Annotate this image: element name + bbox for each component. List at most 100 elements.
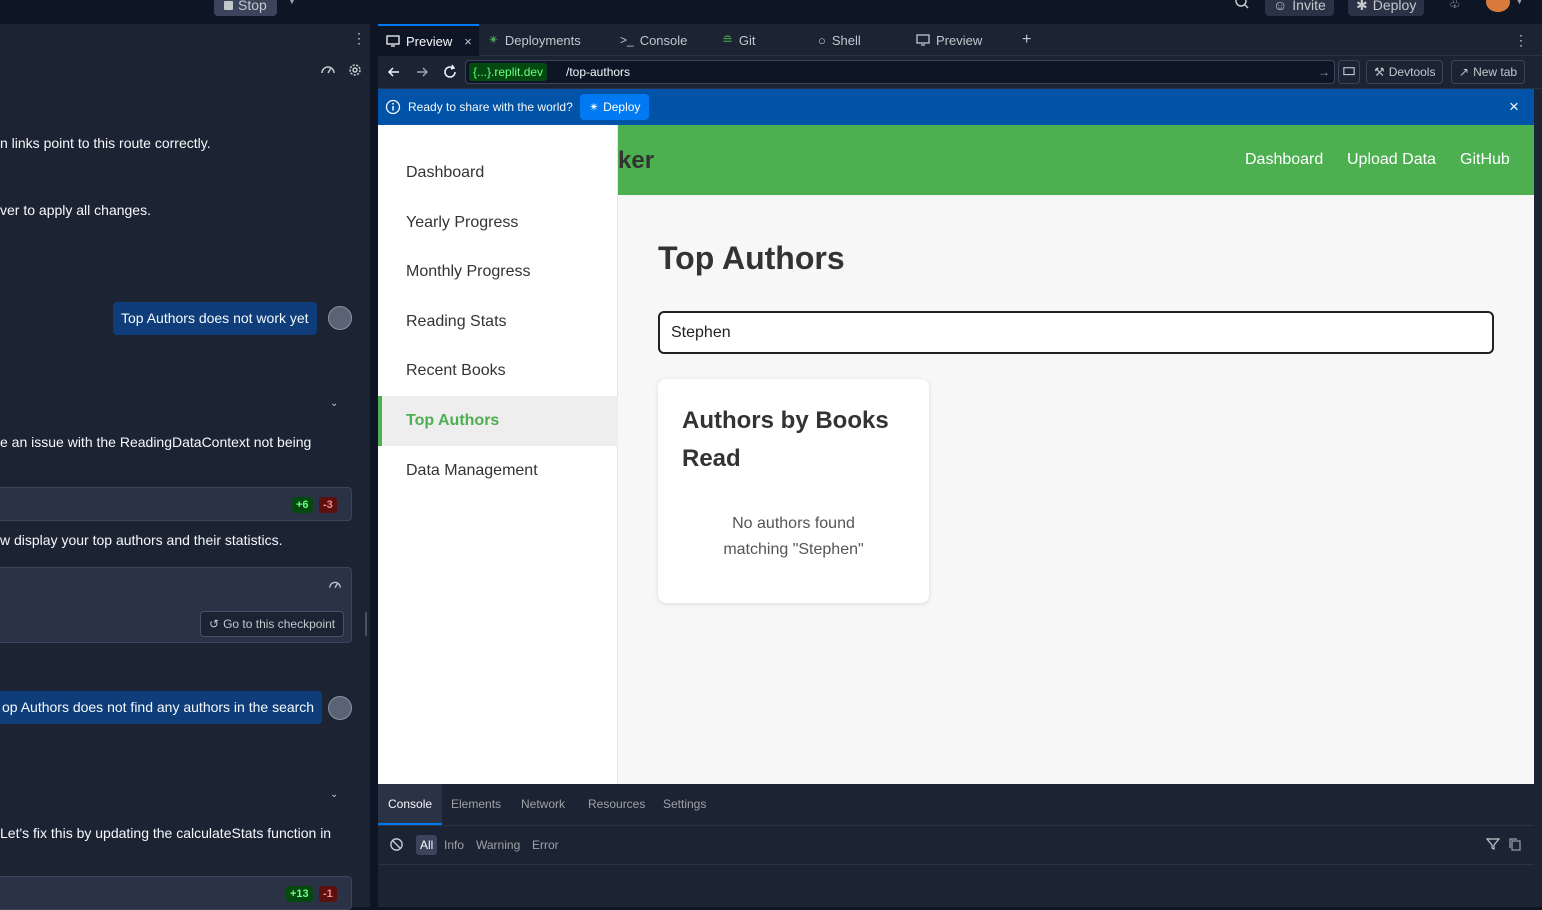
filter-level-all[interactable]: All bbox=[416, 835, 438, 855]
go-to-checkpoint-button[interactable]: ↺ Go to this checkpoint bbox=[200, 611, 345, 637]
stop-icon bbox=[224, 0, 233, 10]
lines-removed-badge: -1 bbox=[319, 886, 337, 902]
header-nav-upload-data[interactable]: Upload Data bbox=[1347, 151, 1436, 169]
forward-arrow-icon[interactable] bbox=[414, 64, 430, 80]
tab-shell[interactable]: ○ Shell bbox=[810, 24, 908, 56]
chevron-down-icon[interactable]: ▼ bbox=[287, 0, 297, 7]
devtools-tab-resources[interactable]: Resources bbox=[578, 784, 655, 825]
devtools-button[interactable]: ⚒ Devtools bbox=[1366, 60, 1444, 84]
url-domain: {...}.replit.dev bbox=[469, 63, 548, 81]
banner-message: Ready to share with the world? bbox=[408, 100, 573, 114]
sidebar-item-monthly-progress[interactable]: Monthly Progress bbox=[378, 247, 618, 297]
sidebar-item-data-management[interactable]: Data Management bbox=[378, 446, 618, 496]
sidebar-item-top-authors[interactable]: Top Authors bbox=[378, 396, 618, 446]
chevron-down-icon[interactable]: ⌄ bbox=[330, 398, 338, 409]
sidebar-item-recent-books[interactable]: Recent Books bbox=[378, 346, 618, 396]
lines-added-badge: +6 bbox=[292, 497, 313, 513]
bell-icon[interactable]: ♧ bbox=[1449, 0, 1461, 12]
url-path: /top-authors bbox=[566, 65, 631, 79]
user-avatar[interactable] bbox=[1486, 0, 1510, 12]
header-nav-dashboard[interactable]: Dashboard bbox=[1245, 151, 1323, 169]
stop-button[interactable]: Stop bbox=[214, 0, 277, 16]
speed-icon[interactable] bbox=[320, 62, 336, 78]
newtab-label: New tab bbox=[1473, 65, 1518, 79]
new-tab-plus-icon[interactable]: + bbox=[1014, 24, 1038, 56]
user-message: op Authors does not find any authors in … bbox=[0, 691, 323, 724]
more-options-icon[interactable]: ⋮ bbox=[1514, 32, 1528, 49]
empty-state-message: No authors found matching "Stephen" bbox=[723, 515, 864, 558]
deploy-label: Deploy bbox=[1372, 0, 1417, 13]
filter-level-warning[interactable]: Warning bbox=[472, 835, 524, 855]
wrench-icon: ⚒ bbox=[1374, 65, 1385, 79]
speed-icon bbox=[328, 578, 342, 592]
app-sidebar: Dashboard Yearly Progress Monthly Progre… bbox=[378, 125, 618, 784]
copy-icon[interactable] bbox=[1509, 838, 1521, 851]
tab-label: Console bbox=[639, 32, 688, 48]
chat-text-line: Let's fix this by updating the calculate… bbox=[0, 825, 332, 841]
invite-label: Invite bbox=[1292, 0, 1326, 13]
tab-deployments[interactable]: ✴ Deployments bbox=[480, 24, 610, 56]
banner-deploy-button[interactable]: ✴ Deploy bbox=[580, 94, 650, 120]
avatar bbox=[328, 306, 352, 330]
panel-resize-handle[interactable] bbox=[365, 24, 378, 907]
search-icon[interactable] bbox=[1234, 0, 1250, 10]
close-icon[interactable]: × bbox=[464, 34, 472, 49]
deploy-icon: ✴ bbox=[589, 100, 600, 114]
user-plus-icon: ☺ bbox=[1273, 0, 1288, 13]
go-arrow-icon[interactable]: → bbox=[1318, 63, 1330, 81]
tab-preview[interactable]: Preview × bbox=[378, 24, 479, 56]
back-arrow-icon[interactable] bbox=[386, 64, 402, 80]
external-link-icon: ↗ bbox=[1459, 65, 1470, 79]
close-icon[interactable]: × bbox=[1509, 97, 1519, 117]
ai-chat-panel: ⋮ n links point to this route correctly.… bbox=[0, 24, 370, 910]
page-title: Top Authors bbox=[658, 240, 845, 276]
card-title: Authors by Books Read bbox=[682, 407, 889, 472]
devtools-tab-network[interactable]: Network bbox=[511, 784, 575, 825]
author-search-input[interactable] bbox=[658, 311, 1494, 354]
reload-icon[interactable] bbox=[442, 64, 458, 80]
filter-icon[interactable] bbox=[1486, 837, 1500, 851]
gear-icon[interactable] bbox=[347, 62, 363, 78]
filter-level-error[interactable]: Error bbox=[528, 835, 563, 855]
new-tab-button[interactable]: ↗ New tab bbox=[1451, 60, 1526, 84]
history-icon: ↺ bbox=[209, 617, 220, 631]
checkpoint-label: Go to this checkpoint bbox=[223, 617, 336, 631]
tab-git[interactable]: ≘ Git bbox=[714, 24, 810, 56]
checkpoint-card: ↺ Go to this checkpoint bbox=[0, 567, 352, 643]
clear-console-icon[interactable] bbox=[389, 837, 404, 852]
monitor-icon bbox=[916, 33, 930, 47]
devtools-tab-elements[interactable]: Elements bbox=[441, 784, 511, 825]
chevron-down-icon[interactable]: ▼ bbox=[1515, 0, 1524, 6]
preview-url-bar: {...}.replit.dev /top-authors → ⚒ Devtoo… bbox=[378, 56, 1542, 89]
url-input[interactable]: {...}.replit.dev /top-authors → bbox=[465, 60, 1335, 84]
tab-label: Deployments bbox=[504, 32, 581, 48]
deploy-top-button[interactable]: ✱ Deploy bbox=[1348, 0, 1425, 16]
sidebar-item-reading-stats[interactable]: Reading Stats bbox=[378, 297, 618, 347]
app-brand[interactable]: ker bbox=[618, 147, 654, 175]
sidebar-item-dashboard[interactable]: Dashboard bbox=[378, 148, 618, 198]
header-nav-github[interactable]: GitHub bbox=[1460, 151, 1510, 169]
tab-console[interactable]: >_ Console bbox=[612, 24, 712, 56]
git-icon: ≘ bbox=[722, 32, 733, 47]
lines-removed-badge: -3 bbox=[319, 497, 337, 513]
deploy-icon: ✴ bbox=[488, 32, 499, 47]
filter-level-info[interactable]: Info bbox=[440, 835, 468, 855]
authors-card: Authors by Books Read No authors found m… bbox=[658, 379, 929, 603]
device-toggle-button[interactable] bbox=[1338, 60, 1360, 84]
monitor-icon bbox=[1343, 66, 1355, 78]
devtools-tab-console[interactable]: Console bbox=[378, 784, 443, 825]
app-preview: ker Dashboard Upload Data GitHub Dashboa… bbox=[378, 125, 1534, 784]
tab-label: Git bbox=[738, 32, 756, 48]
preview-scroll-gutter bbox=[1534, 89, 1542, 907]
monitor-icon bbox=[386, 34, 400, 48]
more-options-icon[interactable]: ⋮ bbox=[352, 30, 366, 47]
deploy-label: Deploy bbox=[603, 100, 641, 114]
sidebar-item-yearly-progress[interactable]: Yearly Progress bbox=[378, 198, 618, 248]
file-change-card[interactable]: +6 -3 bbox=[0, 487, 352, 521]
devtools-tab-settings[interactable]: Settings bbox=[653, 784, 716, 825]
chat-text-line: e an issue with the ReadingDataContext n… bbox=[0, 434, 312, 450]
tab-preview-2[interactable]: Preview bbox=[908, 24, 1008, 56]
invite-button[interactable]: ☺ Invite bbox=[1265, 0, 1334, 16]
file-change-card[interactable]: +13 -1 bbox=[0, 876, 352, 910]
chevron-down-icon[interactable]: ⌄ bbox=[330, 789, 338, 800]
